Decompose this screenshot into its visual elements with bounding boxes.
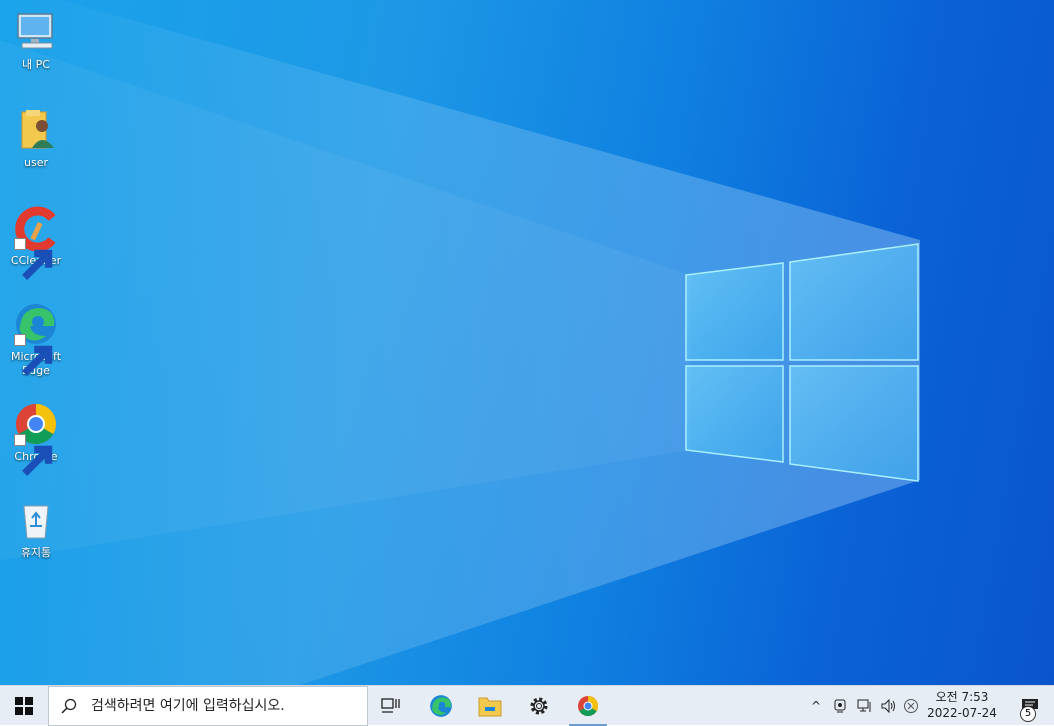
desktop-icon-label: user	[24, 156, 48, 169]
folder-icon	[478, 697, 502, 717]
taskbar-search-box[interactable]	[48, 686, 368, 726]
chrome-icon	[578, 696, 598, 716]
task-view-button[interactable]	[368, 686, 414, 726]
desktop-icon-my-pc[interactable]: 내 PC	[6, 8, 66, 72]
taskbar-app-settings[interactable]	[516, 686, 562, 726]
task-view-icon	[381, 698, 400, 713]
desktop-icon-ccleaner[interactable]: CCleaner	[6, 204, 66, 280]
shortcut-arrow-icon	[14, 238, 53, 280]
meet-now-icon	[834, 699, 846, 713]
chevron-up-icon: ^	[810, 699, 822, 713]
clock-date: 2022-07-24	[927, 706, 997, 720]
tray-ime-button[interactable]	[900, 686, 922, 726]
pc-icon	[17, 13, 53, 49]
tray-network-button[interactable]	[854, 686, 876, 726]
start-button[interactable]	[0, 686, 48, 726]
search-input[interactable]	[89, 697, 353, 715]
desktop-icon-label: 내 PC	[22, 58, 50, 71]
taskbar-app-file-explorer[interactable]	[467, 686, 513, 726]
taskbar-app-edge[interactable]	[418, 686, 464, 726]
desktop-icon-edge[interactable]: Microsoft Edge	[6, 300, 66, 378]
taskbar-clock[interactable]: 오전 7:53 2022-07-24	[922, 689, 1002, 721]
desktop-icon-recycle-bin[interactable]: 휴지통	[6, 496, 66, 560]
desktop-icon-label: 휴지통	[20, 546, 52, 559]
tray-meet-now-button[interactable]	[830, 686, 850, 726]
search-icon	[49, 698, 89, 714]
clock-time: 오전 7:53	[935, 690, 989, 704]
desktop-icon-chrome[interactable]: Chrome	[6, 400, 66, 476]
tray-volume-button[interactable]	[878, 686, 900, 726]
notification-count-badge: 5	[1020, 706, 1036, 722]
close-circle-icon	[904, 699, 918, 713]
desktop: 내 PC user CCleaner Microsoft Edge Chrome…	[0, 0, 1054, 685]
gear-icon	[530, 697, 548, 715]
user-folder-icon	[21, 110, 54, 149]
recycle-bin-icon	[23, 505, 49, 539]
edge-icon	[430, 695, 452, 717]
desktop-icon-user[interactable]: user	[6, 106, 66, 170]
windows-logo-icon	[15, 697, 33, 715]
tray-show-hidden-button[interactable]: ^	[806, 686, 826, 726]
taskbar-app-chrome[interactable]	[565, 686, 611, 726]
taskbar: ^ 오전 7:53 2022-07-24 5	[0, 685, 1054, 726]
wallpaper-light-beams	[0, 0, 920, 685]
shortcut-arrow-icon	[14, 434, 53, 476]
network-icon	[857, 699, 871, 712]
speaker-icon	[881, 698, 895, 714]
shortcut-arrow-icon	[14, 334, 53, 376]
